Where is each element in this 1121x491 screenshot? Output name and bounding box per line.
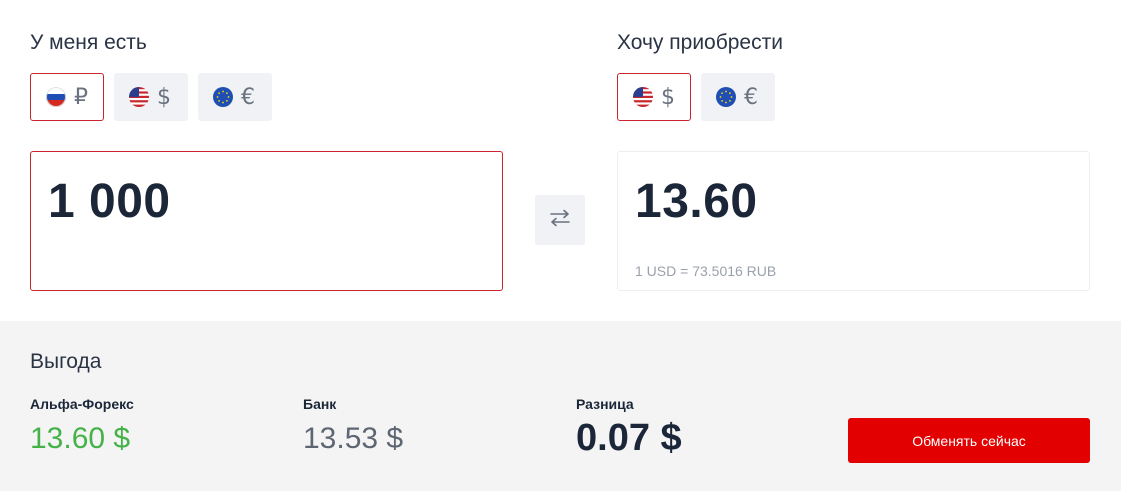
eu-flag-icon bbox=[213, 87, 233, 107]
from-currency-eur[interactable]: € bbox=[198, 73, 272, 121]
benefit-title: Выгода bbox=[30, 350, 102, 373]
exchange-now-button[interactable]: Обменять сейчас bbox=[848, 418, 1090, 463]
from-amount-value: 1 000 bbox=[48, 175, 171, 228]
to-amount-display: 13.60 1 USD = 73.5016 RUB bbox=[617, 151, 1090, 291]
eu-flag-icon bbox=[716, 87, 736, 107]
currency-symbol: € bbox=[744, 84, 758, 110]
benefit-panel: Выгода Альфа-Форекс 13.60 $ Банк 13.53 $… bbox=[0, 321, 1121, 491]
us-flag-icon bbox=[129, 87, 149, 107]
to-label: Хочу приобрести bbox=[617, 31, 783, 54]
from-amount-input[interactable]: 1 000 bbox=[30, 151, 503, 291]
difference-value: 0.07 $ bbox=[576, 417, 682, 459]
from-label: У меня есть bbox=[30, 31, 147, 54]
to-currency-eur[interactable]: € bbox=[701, 73, 775, 121]
us-flag-icon bbox=[633, 87, 653, 107]
currency-symbol: € bbox=[241, 84, 255, 110]
from-currency-usd[interactable]: $ bbox=[114, 73, 188, 121]
swap-button[interactable] bbox=[535, 195, 585, 245]
bank-label: Банк bbox=[303, 396, 337, 412]
exchange-rate: 1 USD = 73.5016 RUB bbox=[635, 263, 777, 279]
bank-value: 13.53 $ bbox=[303, 422, 404, 455]
currency-symbol: $ bbox=[661, 84, 675, 110]
to-currency-usd[interactable]: $ bbox=[617, 73, 691, 121]
difference-label: Разница bbox=[576, 396, 634, 412]
swap-arrows-icon bbox=[548, 209, 572, 232]
currency-symbol: ₽ bbox=[74, 84, 88, 110]
converter-panel: У меня есть ₽ $ € 1 000 Хочу приобрести … bbox=[0, 0, 1121, 321]
alfa-forex-value: 13.60 $ bbox=[30, 422, 131, 455]
from-currency-rub[interactable]: ₽ bbox=[30, 73, 104, 121]
to-amount-value: 13.60 bbox=[635, 175, 758, 228]
alfa-forex-label: Альфа-Форекс bbox=[30, 396, 134, 412]
ru-flag-icon bbox=[46, 87, 66, 107]
currency-symbol: $ bbox=[157, 84, 171, 110]
